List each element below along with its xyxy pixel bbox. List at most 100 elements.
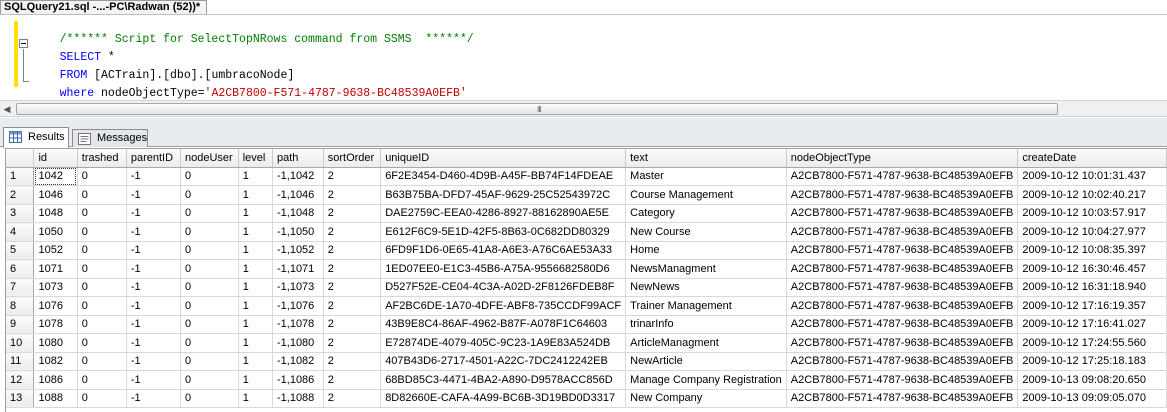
cell-nodeObjectType[interactable]: A2CB7800-F571-4787-9638-BC48539A0EFB	[786, 315, 1019, 334]
cell-level[interactable]: 1	[238, 315, 273, 334]
cell-path[interactable]: -1,1048	[272, 204, 324, 223]
cell-parentID[interactable]: -1	[126, 167, 182, 186]
cell-trashed[interactable]: 0	[77, 222, 127, 242]
cell-text[interactable]: Master	[625, 167, 787, 186]
tab-messages[interactable]: Messages	[72, 129, 148, 147]
cell-createDate[interactable]: 2009-10-12 17:16:19.357	[1017, 296, 1167, 316]
cell-id[interactable]: 1048	[33, 204, 78, 223]
row-number[interactable]: 9	[6, 315, 35, 334]
cell-path[interactable]: -1,1088	[272, 389, 324, 408]
cell-id[interactable]: 1052	[33, 241, 78, 260]
cell-path[interactable]: -1,1076	[272, 296, 324, 316]
cell-sortOrder[interactable]: 2	[323, 204, 382, 223]
column-header[interactable]: createDate	[1017, 149, 1167, 168]
cell-nodeUser[interactable]: 0	[180, 167, 239, 186]
cell-level[interactable]: 1	[238, 333, 273, 353]
cell-createDate[interactable]: 2009-10-12 16:30:46.457	[1017, 259, 1167, 279]
cell-uniqueID[interactable]: 43B9E8C4-86AF-4962-B87F-A078F1C64603	[380, 315, 627, 334]
cell-trashed[interactable]: 0	[77, 259, 127, 279]
cell-text[interactable]: Manage Company Registration	[625, 370, 787, 390]
cell-nodeUser[interactable]: 0	[180, 204, 239, 223]
cell-nodeUser[interactable]: 0	[180, 259, 239, 279]
cell-path[interactable]: -1,1071	[272, 259, 324, 279]
cell-trashed[interactable]: 0	[77, 296, 127, 316]
cell-createDate[interactable]: 2009-10-12 10:01:31.437	[1017, 167, 1167, 186]
cell-createDate[interactable]: 2009-10-13 09:08:20.650	[1017, 370, 1167, 390]
cell-createDate[interactable]: 2009-10-12 10:08:35.397	[1017, 241, 1167, 260]
cell-parentID[interactable]: -1	[126, 315, 182, 334]
cell-trashed[interactable]: 0	[77, 278, 127, 297]
table-row[interactable]: 8 1076 0 -1 0 1 -1,1076 2 AF2BC6DE-1A70-4DFE-ABF…	[6, 296, 1167, 316]
cell-id[interactable]: 1042	[33, 167, 78, 186]
row-number[interactable]: 13	[6, 389, 35, 408]
cell-path[interactable]: -1,1050	[272, 222, 324, 242]
query-editor[interactable]: /****** Script for SelectTopNRows comman…	[0, 14, 1167, 100]
cell-path[interactable]: -1,1078	[272, 315, 324, 334]
cell-trashed[interactable]: 0	[77, 204, 127, 223]
table-row[interactable]: 10 1080 0 -1 0 1 -1,1080 2 E72874DE-4079-405C-9C…	[6, 333, 1167, 353]
cell-text[interactable]: Course Management	[625, 185, 787, 205]
cell-text[interactable]: New Course	[625, 222, 787, 242]
row-number[interactable]: 5	[6, 241, 35, 260]
cell-trashed[interactable]: 0	[77, 389, 127, 408]
row-number[interactable]: 6	[6, 259, 35, 279]
cell-text[interactable]: NewArticle	[625, 352, 787, 371]
cell-level[interactable]: 1	[238, 204, 273, 223]
column-header[interactable]: parentID	[126, 149, 182, 168]
cell-uniqueID[interactable]: E612F6C9-5E1D-42F5-8B63-0C682DD80329	[380, 222, 627, 242]
cell-trashed[interactable]: 0	[77, 167, 127, 186]
cell-createDate[interactable]: 2009-10-12 16:31:18.940	[1017, 278, 1167, 297]
cell-trashed[interactable]: 0	[77, 333, 127, 353]
cell-trashed[interactable]: 0	[77, 241, 127, 260]
cell-nodeUser[interactable]: 0	[180, 278, 239, 297]
row-number[interactable]: 1	[6, 167, 35, 186]
cell-nodeObjectType[interactable]: A2CB7800-F571-4787-9638-BC48539A0EFB	[786, 259, 1019, 279]
table-row[interactable]: 6 1071 0 -1 0 1 -1,1071 2 1ED07EE0-E1C3-45B6-A75…	[6, 259, 1167, 279]
cell-nodeUser[interactable]: 0	[180, 185, 239, 205]
cell-level[interactable]: 1	[238, 370, 273, 390]
row-number[interactable]: 4	[6, 222, 35, 242]
cell-nodeUser[interactable]: 0	[180, 370, 239, 390]
cell-path[interactable]: -1,1052	[272, 241, 324, 260]
column-header[interactable]: nodeUser	[180, 149, 239, 168]
cell-uniqueID[interactable]: DAE2759C-EEA0-4286-8927-88162890AE5E	[380, 204, 627, 223]
cell-text[interactable]: NewsManagment	[625, 259, 787, 279]
table-row[interactable]: 1 1042 0 -1 0 1 -1,1042 2 6F2E3454-D460-4D9B-A45…	[6, 167, 1167, 186]
column-header[interactable]: id	[33, 149, 78, 168]
cell-sortOrder[interactable]: 2	[323, 370, 382, 390]
cell-level[interactable]: 1	[238, 389, 273, 408]
cell-nodeObjectType[interactable]: A2CB7800-F571-4787-9638-BC48539A0EFB	[786, 222, 1019, 242]
cell-uniqueID[interactable]: D527F52E-CE04-4C3A-A02D-2F8126FDEB8F	[380, 278, 627, 297]
cell-nodeUser[interactable]: 0	[180, 333, 239, 353]
cell-sortOrder[interactable]: 2	[323, 222, 382, 242]
cell-parentID[interactable]: -1	[126, 296, 182, 316]
cell-level[interactable]: 1	[238, 352, 273, 371]
cell-id[interactable]: 1076	[33, 296, 78, 316]
table-row[interactable]: 11 1082 0 -1 0 1 -1,1082 2 407B43D6-2717-4501-A2…	[6, 352, 1167, 371]
cell-trashed[interactable]: 0	[77, 315, 127, 334]
cell-id[interactable]: 1080	[33, 333, 78, 353]
cell-nodeObjectType[interactable]: A2CB7800-F571-4787-9638-BC48539A0EFB	[786, 167, 1019, 186]
cell-sortOrder[interactable]: 2	[323, 352, 382, 371]
cell-sortOrder[interactable]: 2	[323, 259, 382, 279]
cell-nodeUser[interactable]: 0	[180, 241, 239, 260]
cell-path[interactable]: -1,1080	[272, 333, 324, 353]
scroll-left-arrow-icon[interactable]: ◀	[2, 104, 12, 114]
cell-trashed[interactable]: 0	[77, 185, 127, 205]
cell-parentID[interactable]: -1	[126, 352, 182, 371]
cell-sortOrder[interactable]: 2	[323, 296, 382, 316]
cell-sortOrder[interactable]: 2	[323, 389, 382, 408]
cell-uniqueID[interactable]: 6FD9F1D6-0E65-41A8-A6E3-A76C6AE53A33	[380, 241, 627, 260]
cell-parentID[interactable]: -1	[126, 259, 182, 279]
cell-nodeUser[interactable]: 0	[180, 389, 239, 408]
cell-nodeObjectType[interactable]: A2CB7800-F571-4787-9638-BC48539A0EFB	[786, 352, 1019, 371]
collapse-toggle-icon[interactable]	[19, 39, 28, 48]
cell-nodeObjectType[interactable]: A2CB7800-F571-4787-9638-BC48539A0EFB	[786, 278, 1019, 297]
cell-level[interactable]: 1	[238, 259, 273, 279]
cell-parentID[interactable]: -1	[126, 370, 182, 390]
cell-id[interactable]: 1086	[33, 370, 78, 390]
cell-createDate[interactable]: 2009-10-12 17:16:41.027	[1017, 315, 1167, 334]
cell-createDate[interactable]: 2009-10-12 10:03:57.917	[1017, 204, 1167, 223]
column-header[interactable]: uniqueID	[380, 149, 627, 168]
cell-id[interactable]: 1046	[33, 185, 78, 205]
